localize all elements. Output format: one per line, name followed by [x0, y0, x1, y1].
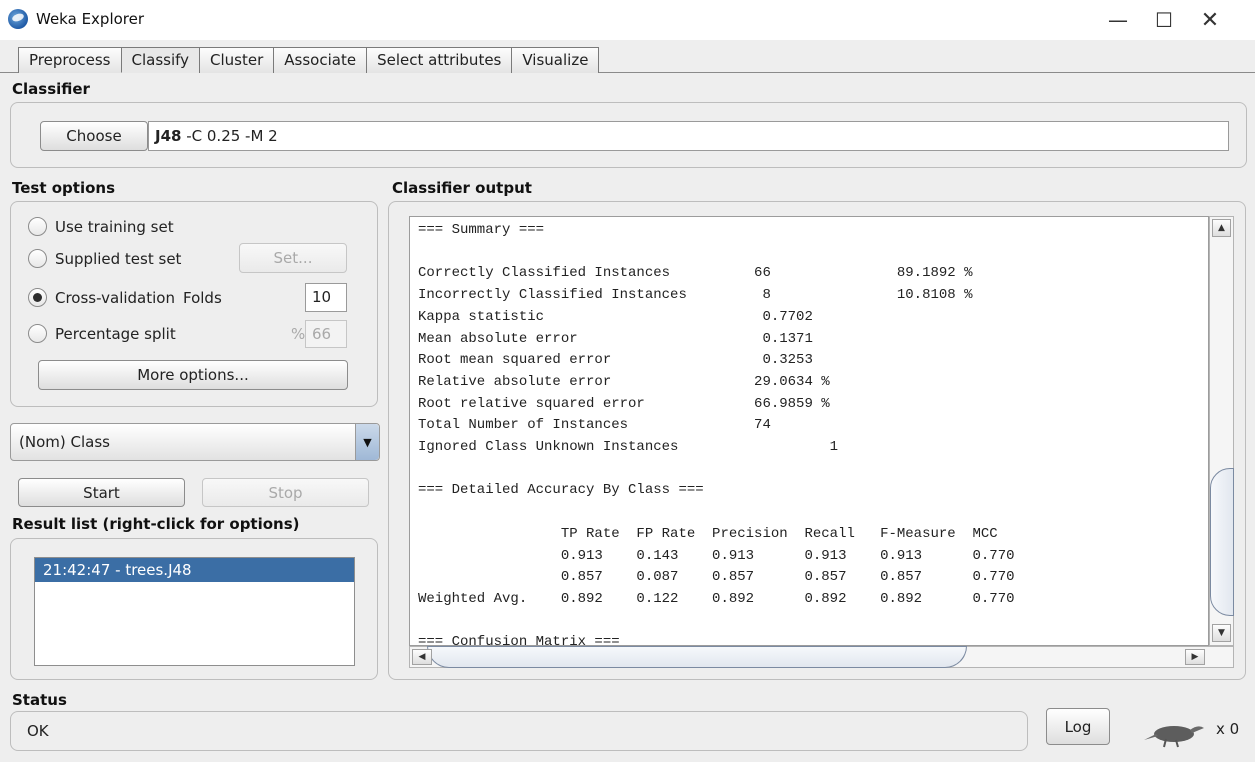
- radio-icon[interactable]: [28, 324, 47, 343]
- radio-icon[interactable]: [28, 249, 47, 268]
- scroll-down-arrow-icon[interactable]: ▼: [1212, 624, 1231, 642]
- scroll-left-arrow-icon[interactable]: ◀: [412, 649, 432, 665]
- classifier-name: J48: [155, 127, 182, 145]
- vertical-scroll-thumb[interactable]: [1210, 468, 1234, 616]
- use-training-set-option[interactable]: Use training set: [28, 217, 174, 236]
- classifier-section-title: Classifier: [12, 80, 90, 98]
- classifier-options: -C 0.25 -M 2: [181, 127, 278, 145]
- percentage-split-label: Percentage split: [55, 324, 176, 343]
- weka-app-icon: [8, 9, 28, 29]
- percentage-input[interactable]: 66: [305, 320, 347, 348]
- percent-symbol: %: [291, 325, 306, 343]
- radio-icon[interactable]: [28, 217, 47, 236]
- choose-button[interactable]: Choose: [40, 121, 148, 151]
- result-list-title: Result list (right-click for options): [12, 515, 300, 533]
- supplied-test-set-label: Supplied test set: [55, 249, 182, 268]
- tab-bar: Preprocess Classify Cluster Associate Se…: [18, 47, 600, 73]
- maximize-button[interactable]: ☐: [1141, 0, 1187, 40]
- weka-bird-icon: [1144, 726, 1204, 748]
- window-title: Weka Explorer: [36, 10, 145, 28]
- result-list-item[interactable]: 21:42:47 - trees.J48: [35, 558, 354, 582]
- start-button[interactable]: Start: [18, 478, 185, 507]
- use-training-set-label: Use training set: [55, 217, 174, 236]
- task-count-label: x 0: [1216, 720, 1240, 738]
- status-title: Status: [12, 691, 67, 709]
- test-options-title: Test options: [12, 179, 116, 197]
- status-message: OK: [10, 711, 1028, 751]
- output-text: === Summary === Correctly Classified Ins…: [418, 222, 1015, 646]
- scroll-up-arrow-icon[interactable]: ▲: [1212, 219, 1231, 237]
- minimize-button[interactable]: —: [1095, 0, 1141, 40]
- cross-validation-option[interactable]: Cross-validation Folds: [28, 288, 222, 307]
- more-options-button[interactable]: More options...: [38, 360, 348, 390]
- log-button[interactable]: Log: [1046, 708, 1110, 745]
- tab-associate[interactable]: Associate: [273, 47, 368, 73]
- classifier-config-field[interactable]: J48 -C 0.25 -M 2: [148, 121, 1229, 151]
- cross-validation-label: Cross-validation: [55, 288, 175, 307]
- percentage-split-option[interactable]: Percentage split: [28, 324, 176, 343]
- class-attribute-select[interactable]: (Nom) Class: [10, 423, 380, 461]
- dropdown-arrow-icon[interactable]: ▼: [355, 424, 379, 460]
- tab-classify[interactable]: Classify: [120, 47, 201, 73]
- stop-button[interactable]: Stop: [202, 478, 369, 507]
- classifier-output-text-area[interactable]: === Summary === Correctly Classified Ins…: [409, 216, 1209, 646]
- supplied-test-set-option[interactable]: Supplied test set: [28, 249, 181, 268]
- set-button[interactable]: Set...: [239, 243, 347, 273]
- close-button[interactable]: ✕: [1187, 0, 1233, 40]
- tab-preprocess[interactable]: Preprocess: [18, 47, 122, 73]
- title-bar: [0, 0, 1255, 40]
- scroll-right-arrow-icon[interactable]: ▶: [1185, 649, 1205, 665]
- tab-visualize[interactable]: Visualize: [511, 47, 600, 73]
- folds-input[interactable]: 10: [305, 283, 347, 312]
- tab-select-attributes[interactable]: Select attributes: [366, 47, 513, 73]
- radio-selected-icon[interactable]: [28, 288, 47, 307]
- tab-cluster[interactable]: Cluster: [199, 47, 275, 73]
- horizontal-scroll-thumb[interactable]: [427, 646, 967, 668]
- folds-label: Folds: [182, 288, 222, 307]
- classifier-output-title: Classifier output: [392, 179, 532, 197]
